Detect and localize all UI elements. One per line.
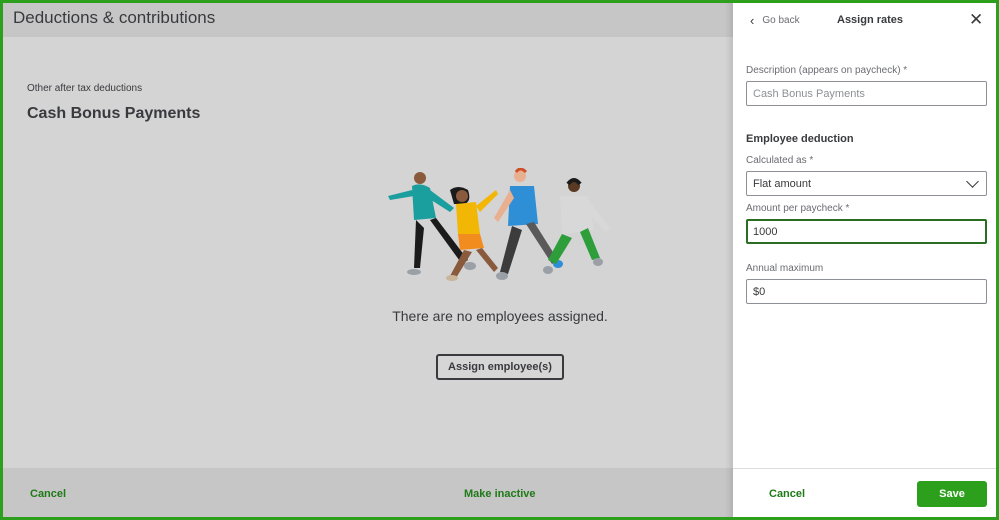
page-title: Deductions & contributions bbox=[13, 8, 216, 27]
page-footer bbox=[0, 468, 733, 520]
description-label: Description (appears on paycheck) * bbox=[746, 65, 908, 76]
calculated-as-label: Calculated as * bbox=[746, 155, 814, 166]
save-button[interactable]: Save bbox=[917, 481, 987, 507]
item-title: Cash Bonus Payments bbox=[27, 105, 201, 122]
main-content-overlay bbox=[0, 0, 733, 520]
employee-deduction-heading: Employee deduction bbox=[746, 133, 854, 145]
drawer-title: Assign rates bbox=[837, 14, 904, 26]
amount-per-paycheck-input[interactable] bbox=[746, 219, 987, 244]
description-input[interactable] bbox=[746, 81, 987, 106]
close-icon[interactable]: ✕ bbox=[969, 10, 983, 30]
annual-maximum-input[interactable] bbox=[746, 279, 987, 304]
category-label: Other after tax deductions bbox=[27, 83, 143, 94]
calculated-as-select[interactable]: Flat amount bbox=[746, 171, 987, 196]
assign-employees-button[interactable]: Assign employee(s) bbox=[436, 354, 564, 380]
amount-per-paycheck-label: Amount per paycheck * bbox=[746, 203, 850, 214]
go-back-label: Go back bbox=[762, 15, 800, 26]
calculated-as-value: Flat amount bbox=[753, 177, 812, 190]
employees-illustration bbox=[388, 168, 610, 281]
person-blue-illustration bbox=[494, 168, 563, 280]
chevron-left-icon: ‹ bbox=[750, 13, 755, 28]
page-cancel-link[interactable]: Cancel bbox=[30, 488, 66, 500]
person-green-illustration bbox=[543, 178, 610, 274]
chevron-down-icon bbox=[966, 174, 979, 188]
go-back-link[interactable]: ‹ Go back bbox=[750, 13, 800, 28]
drawer-cancel-link[interactable]: Cancel bbox=[769, 488, 805, 500]
empty-state-message: There are no employees assigned. bbox=[392, 308, 608, 324]
annual-maximum-label: Annual maximum bbox=[746, 263, 824, 274]
assign-rates-drawer bbox=[733, 0, 999, 520]
make-inactive-link[interactable]: Make inactive bbox=[464, 488, 536, 500]
